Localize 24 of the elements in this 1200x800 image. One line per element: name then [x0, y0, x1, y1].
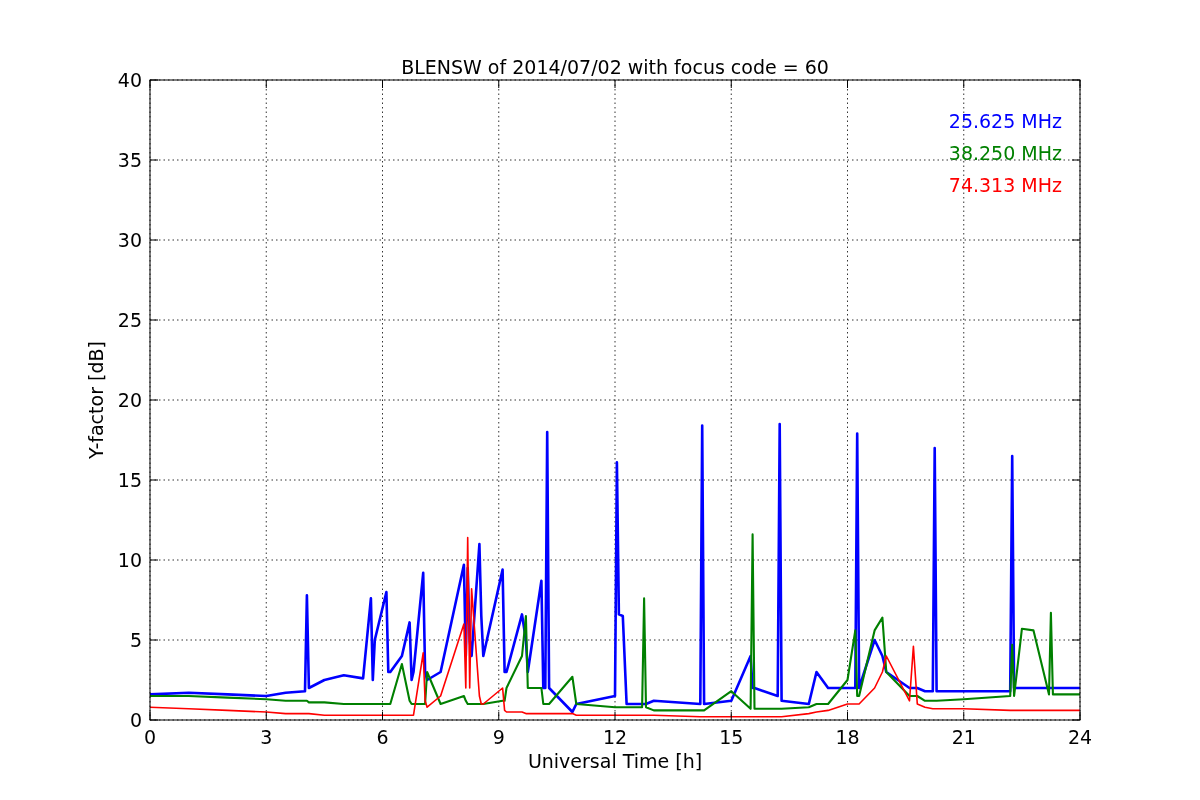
- tick-label: 40: [117, 69, 142, 91]
- y-axis-label: Y-factor [dB]: [85, 341, 107, 459]
- legend-label: 25.625 MHz: [948, 110, 1062, 132]
- tick-label: 24: [1067, 726, 1093, 748]
- tick-label: 15: [719, 726, 744, 748]
- x-axis-label: Universal Time [h]: [527, 750, 703, 772]
- tick-label: 15: [117, 469, 142, 491]
- tick-label: 21: [951, 726, 976, 748]
- tick-label: 0: [143, 726, 157, 748]
- tick-label: 12: [602, 726, 628, 748]
- tick-label: 10: [117, 549, 142, 571]
- chart-title: BLENSW of 2014/07/02 with focus code = 60: [401, 56, 829, 78]
- legend-label: 74.313 MHz: [948, 174, 1062, 196]
- tick-label: 0: [129, 709, 142, 731]
- tick-label: 9: [492, 726, 505, 748]
- legend-label: 38.250 MHz: [948, 142, 1062, 164]
- tick-label: 30: [117, 229, 142, 251]
- tick-label: 18: [835, 726, 860, 748]
- tick-label: 3: [260, 726, 273, 748]
- tick-label: 25: [117, 309, 142, 331]
- tick-label: 6: [376, 726, 389, 748]
- tick-label: 35: [117, 149, 142, 171]
- tick-label: 20: [117, 389, 142, 411]
- tick-label: 5: [129, 629, 142, 651]
